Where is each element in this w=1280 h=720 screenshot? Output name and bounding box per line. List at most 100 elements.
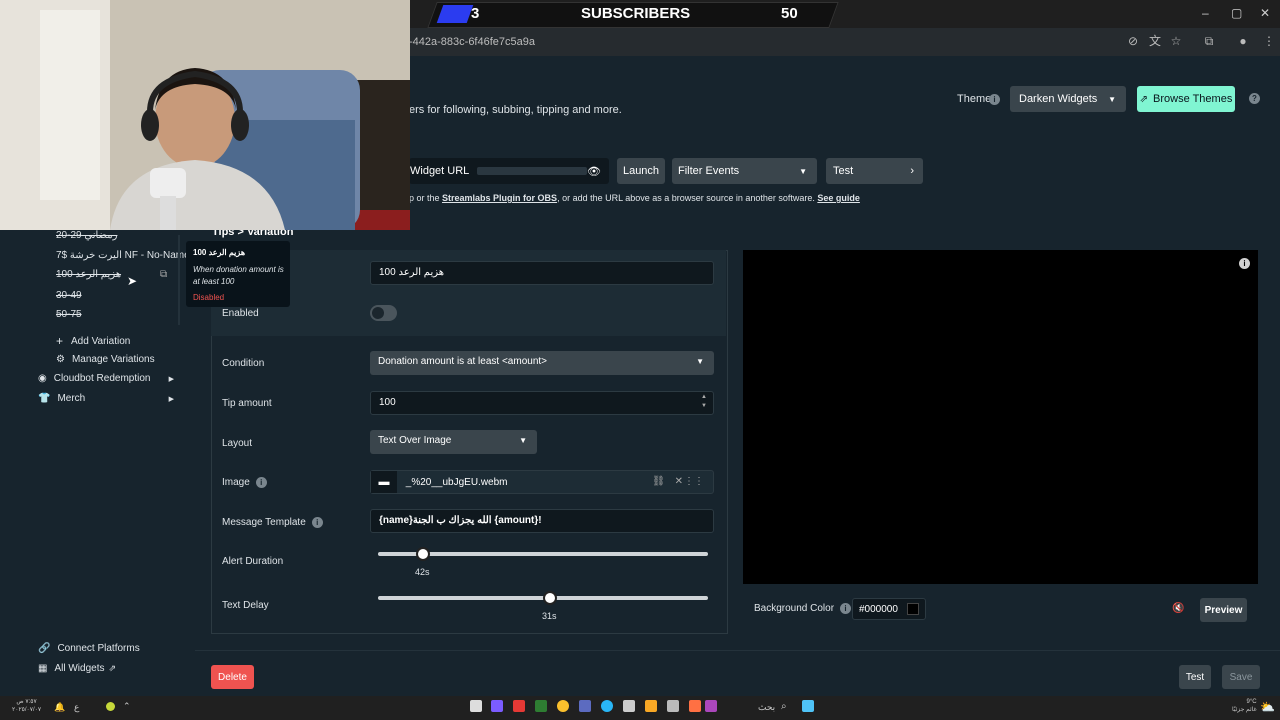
image-filename: _%20__ubJgEU.webm [405, 477, 508, 488]
close-button[interactable]: ✕ [1260, 6, 1270, 20]
banner-right-count: 50 [781, 5, 798, 22]
save-button[interactable]: Save [1222, 665, 1260, 689]
taskbar-app-icon[interactable] [513, 700, 525, 712]
all-widgets-link[interactable]: ▦ All Widgets ⇗ [38, 663, 116, 674]
theme-select[interactable]: Darken Widgets ▼ [1010, 86, 1126, 112]
external-link-icon: ⇗ [108, 663, 117, 673]
condition-select[interactable]: Donation amount is at least <amount> ▼ [370, 351, 714, 375]
info-icon[interactable]: i [1239, 258, 1250, 269]
info-icon[interactable]: i [989, 94, 1000, 105]
delete-button[interactable]: Delete [211, 665, 254, 689]
widget-url-field[interactable]: Widget URL 👁 [409, 158, 609, 184]
grid-icon: ▦ [38, 663, 48, 674]
slider-handle[interactable] [543, 591, 557, 605]
sidebar-item-merch[interactable]: 👕 Merch ▶ [38, 393, 178, 404]
text-delay-slider[interactable] [378, 591, 708, 605]
webcam-overlay [0, 0, 410, 230]
file-explorer-icon[interactable] [645, 700, 657, 712]
maximize-button[interactable]: ▢ [1231, 6, 1242, 20]
number-stepper-icon[interactable]: ▲ ▼ [701, 393, 707, 411]
weather-widget[interactable]: 9°C غائم جزئيًا [1232, 698, 1257, 714]
eye-icon[interactable]: 👁 [587, 165, 601, 178]
variation-item[interactable]: 100 هزيم الرعد [56, 269, 121, 280]
manage-variations-button[interactable]: ⚙ Manage Variations [56, 354, 155, 365]
info-icon[interactable]: i [311, 517, 323, 528]
tooltip-title: 100 هزيم الرعد [193, 248, 246, 257]
windows-start-icon[interactable] [802, 700, 814, 712]
chevron-down-icon: ▼ [799, 166, 807, 176]
slider-handle[interactable] [416, 547, 430, 561]
taskbar-app-icon[interactable] [470, 700, 482, 712]
cloudbot-label: Cloudbot Redemption [53, 373, 151, 384]
taskbar-app-icon[interactable] [705, 700, 717, 712]
taskbar-app-icon[interactable] [689, 700, 701, 712]
browse-themes-button[interactable]: ⇗ Browse Themes [1137, 86, 1235, 112]
alert-preview-canvas: i [743, 250, 1258, 584]
obs-plugin-link[interactable]: Streamlabs Plugin for OBS [442, 193, 557, 203]
preview-button[interactable]: Preview [1200, 598, 1247, 622]
test-button[interactable]: Test [1179, 665, 1211, 689]
weather-desc: غائم جزئيًا [1232, 707, 1257, 713]
copy-icon[interactable]: ⧉ [160, 269, 167, 280]
chevron-right-icon: › [910, 165, 914, 177]
extensions-icon[interactable]: ⧉ [1202, 34, 1216, 48]
connect-platforms-link[interactable]: 🔗 Connect Platforms [38, 643, 140, 654]
link-icon[interactable]: ⛓ [652, 471, 665, 493]
close-icon[interactable]: ✕ [675, 471, 683, 493]
info-icon[interactable]: i [840, 603, 852, 614]
tip-amount-input[interactable]: 100 ▲ ▼ [370, 391, 714, 415]
star-icon[interactable]: ☆ [1169, 34, 1183, 48]
message-template-input[interactable]: {name}الله يجزاك ب الجنة {amount}! [370, 509, 714, 533]
add-variation-button[interactable]: + Add Variation [56, 334, 130, 348]
tray-app-icon[interactable] [106, 702, 115, 711]
test-dropdown-button[interactable]: Test › [826, 158, 923, 184]
enabled-toggle[interactable] [370, 305, 397, 321]
variation-item[interactable]: 30-49 [56, 290, 82, 301]
edge-icon[interactable] [601, 700, 613, 712]
merch-label: Merch [57, 393, 86, 404]
grid-icon[interactable]: ⋮⋮ [684, 471, 704, 493]
taskbar-app-icon[interactable] [491, 700, 503, 712]
variation-item[interactable]: 50-75 [56, 309, 82, 320]
url-text[interactable]: -442a-883c-6f46fe7c5a9a [409, 36, 535, 48]
info-icon[interactable]: i [255, 477, 267, 488]
menu-dots-icon[interactable]: ⋮ [1262, 34, 1276, 48]
variation-item[interactable]: رمضاني 29-20 [56, 230, 117, 241]
minimize-button[interactable]: – [1202, 6, 1209, 20]
image-picker[interactable]: ▬ _%20__ubJgEU.webm ⛓ ✕ ⋮⋮ [370, 470, 714, 494]
variation-item[interactable]: 7$ اليرت خرشة NF - No-Name [56, 250, 190, 261]
taskbar-search[interactable]: بحث [758, 702, 775, 713]
taskbar-app-icon[interactable] [623, 700, 635, 712]
help-icon[interactable]: ? [1249, 93, 1260, 104]
language-indicator[interactable]: ع [74, 702, 79, 713]
bg-color-label-row: Background Color i [754, 603, 852, 614]
folder-icon[interactable]: ▬ [371, 471, 397, 493]
see-guide-link[interactable]: See guide [817, 193, 860, 203]
taskbar-app-icon[interactable] [535, 700, 547, 712]
tray-chevron-icon[interactable]: ⌃ [123, 701, 131, 712]
taskbar-app-icon[interactable] [667, 700, 679, 712]
bg-color-input[interactable]: #000000 [852, 598, 926, 620]
variation-tooltip: 100 هزيم الرعد When donation amount is a… [186, 241, 290, 307]
alert-duration-slider[interactable] [378, 547, 708, 561]
translate-icon[interactable]: 文 [1148, 34, 1162, 48]
notification-icon[interactable]: 🔔 [54, 702, 65, 713]
text-delay-value: 31s [542, 611, 557, 621]
layout-select[interactable]: Text Over Image ▼ [370, 430, 537, 454]
chrome-icon[interactable] [557, 700, 569, 712]
search-icon[interactable]: ⌕ [781, 701, 787, 712]
launch-button[interactable]: Launch [617, 158, 665, 184]
sidebar-item-cloudbot[interactable]: ◉ Cloudbot Redemption ▶ [38, 373, 178, 384]
variation-name-input[interactable]: 100 هزيم الرعد [370, 261, 714, 285]
alert-duration-value: 42s [415, 567, 430, 577]
gear-icon: ⚙ [56, 354, 65, 365]
mute-icon[interactable]: 🔇 [1172, 603, 1184, 614]
eye-slash-icon[interactable]: ⊘ [1126, 34, 1140, 48]
chevron-down-icon: ▼ [1108, 94, 1116, 104]
profile-avatar-icon[interactable]: ● [1236, 34, 1250, 48]
color-swatch[interactable] [907, 603, 919, 615]
filter-events-select[interactable]: Filter Events ▼ [672, 158, 817, 184]
taskbar-app-icon[interactable] [579, 700, 591, 712]
layout-label: Layout [222, 438, 253, 449]
caret-right-icon: ▶ [168, 375, 174, 383]
